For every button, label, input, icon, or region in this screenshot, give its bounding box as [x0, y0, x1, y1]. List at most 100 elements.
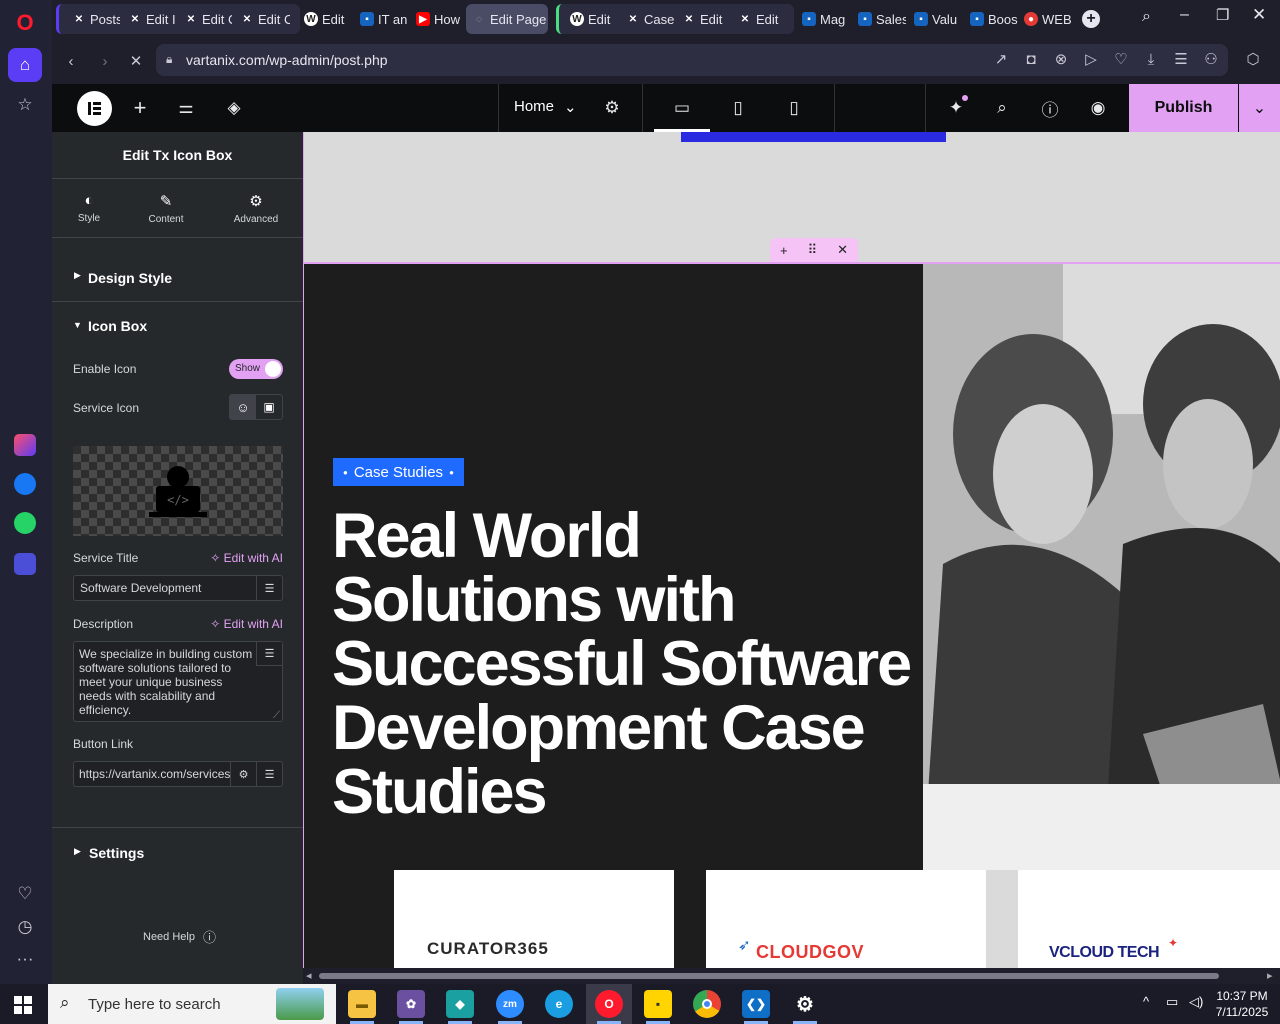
app-icon[interactable]: ◆	[446, 990, 474, 1018]
image-icon[interactable]: ▣	[256, 395, 282, 419]
icon-preview[interactable]: </>	[73, 446, 283, 536]
sticky-notes-icon[interactable]: ▪	[644, 990, 672, 1018]
opera-icon[interactable]: O	[595, 990, 623, 1018]
tab-edit-3[interactable]: ✕ Edit C	[234, 4, 290, 34]
clock[interactable]: 10:37 PM 7/11/2025	[1212, 988, 1272, 1020]
page-settings-icon[interactable]: ⚙	[600, 96, 624, 120]
vscode-icon[interactable]: ❮❯	[742, 990, 770, 1018]
adblock-icon[interactable]: ⊗	[1050, 48, 1072, 70]
file-explorer-icon[interactable]: ▬	[348, 990, 376, 1018]
send-icon[interactable]: ▷	[1080, 48, 1102, 70]
horizontal-scrollbar[interactable]: ◂ ▸	[303, 968, 1280, 984]
zoom-icon[interactable]: zm	[496, 990, 524, 1018]
whatsapp-icon[interactable]	[8, 506, 42, 540]
easy-setup-icon[interactable]: ☰	[1170, 48, 1192, 70]
add-element-icon[interactable]: +	[128, 95, 152, 120]
enable-icon-toggle[interactable]: Show	[229, 359, 283, 379]
tab-edit-4[interactable]: W Edit	[298, 4, 352, 34]
tab-case[interactable]: ✕ Case	[620, 4, 674, 34]
tab-edit-2[interactable]: ✕Edit C	[178, 4, 232, 34]
page-selector[interactable]: Home ⌄	[514, 98, 577, 116]
tab-web[interactable]: ● WEB	[1018, 4, 1072, 34]
section-settings[interactable]: ▶ Settings	[52, 840, 303, 870]
restore-icon[interactable]: ❐	[1216, 6, 1229, 24]
tab-boos[interactable]: ▪ Boos	[964, 4, 1018, 34]
add-section-icon[interactable]: +	[780, 243, 788, 258]
scroll-right-icon[interactable]: ▸	[1267, 969, 1273, 982]
structure-layers-icon[interactable]: ◈	[222, 96, 246, 120]
profile-icon[interactable]: ⚇	[1200, 48, 1222, 70]
search-tabs-icon[interactable]: ⌕	[1142, 8, 1151, 26]
opera-logo-icon[interactable]: O	[8, 6, 42, 40]
tab-mag[interactable]: ▪ Mag	[796, 4, 850, 34]
minimize-icon[interactable]: –	[1180, 6, 1189, 24]
settings-icon[interactable]: ⚙	[791, 990, 819, 1018]
section-design-style[interactable]: ▶ Design Style	[52, 258, 303, 302]
description-textarea[interactable]: We specialize in building custom softwar…	[73, 641, 283, 722]
need-help-link[interactable]: Need Help ⓘ	[143, 927, 216, 946]
site-settings-icon[interactable]: ⚌	[174, 96, 198, 120]
edit-with-ai-description-link[interactable]: ✧ Edit with AI	[210, 617, 283, 631]
favorite-icon[interactable]: ♡	[1110, 48, 1132, 70]
icon-library-icon[interactable]: ☺	[230, 395, 256, 419]
close-window-icon[interactable]: ✕	[1252, 5, 1266, 25]
elementor-logo-icon[interactable]	[77, 91, 112, 126]
drag-handle-icon[interactable]: ⠿	[808, 242, 818, 258]
desktop-view-icon[interactable]: ▭	[670, 96, 694, 120]
scrollbar-thumb[interactable]	[319, 973, 1219, 979]
windows-start-icon[interactable]	[14, 996, 32, 1019]
more-icon[interactable]: ···	[8, 942, 42, 976]
tab-advanced[interactable]: ⚙ Advanced	[228, 192, 284, 225]
tab-style[interactable]: ◐ Style	[66, 192, 112, 224]
help-icon[interactable]: ⓘ	[1038, 96, 1062, 120]
resize-handle-icon[interactable]: ⟋	[273, 710, 280, 721]
messenger-icon[interactable]	[8, 467, 42, 501]
delete-section-icon[interactable]: ✕	[837, 242, 848, 258]
section-icon-box[interactable]: ▼ Icon Box	[52, 314, 303, 338]
dynamic-tags-icon[interactable]: ☰	[256, 576, 282, 600]
tab-sales[interactable]: ▪ Sales	[852, 4, 906, 34]
camera-icon[interactable]: ◘	[1020, 48, 1042, 70]
button-link-input[interactable]: https://vartanix.com/services ⚙ ☰	[73, 761, 283, 787]
tab-edit-page[interactable]: ◌ Edit Page	[466, 4, 548, 34]
tab-how[interactable]: ▶ How	[410, 4, 464, 34]
volume-icon[interactable]: ◁)	[1189, 994, 1203, 1010]
new-tab-icon[interactable]: +	[1082, 10, 1100, 28]
network-icon[interactable]: ▭	[1166, 994, 1178, 1010]
link-options-icon[interactable]: ⚙	[230, 762, 256, 786]
tab-edit-5[interactable]: W Edit	[564, 4, 618, 34]
star-icon[interactable]: ☆	[8, 88, 42, 122]
history-icon[interactable]: ◷	[8, 910, 42, 944]
back-icon[interactable]: ‹	[60, 50, 82, 72]
stop-icon[interactable]: ✕	[125, 50, 147, 72]
tab-posts[interactable]: ✕ Posts	[66, 4, 120, 34]
dynamic-tags-icon[interactable]: ☰	[256, 642, 282, 666]
extensions-icon[interactable]: ⬡	[1242, 48, 1264, 70]
heart-icon[interactable]: ♡	[8, 877, 42, 911]
share-icon[interactable]: ↗	[990, 48, 1012, 70]
scroll-left-icon[interactable]: ◂	[306, 969, 312, 982]
search-icon[interactable]: ⌕	[990, 96, 1014, 120]
tab-content[interactable]: ✎ Content	[140, 192, 192, 225]
forward-icon[interactable]: ›	[94, 50, 116, 72]
publish-button[interactable]: Publish	[1129, 84, 1238, 132]
show-hidden-icons-icon[interactable]: ^	[1143, 994, 1149, 1009]
edge-icon[interactable]: e	[545, 990, 573, 1018]
app-icon[interactable]: ✿	[397, 990, 425, 1018]
tab-edit-7[interactable]: ✕ Edit	[732, 4, 786, 34]
dynamic-tags-icon[interactable]: ☰	[256, 762, 282, 786]
mobile-view-icon[interactable]: ▯	[782, 96, 806, 120]
download-icon[interactable]: ⤓	[1140, 48, 1162, 70]
tab-edit-1[interactable]: ✕ Edit I	[122, 4, 176, 34]
edit-with-ai-title-link[interactable]: ✧ Edit with AI	[210, 551, 283, 565]
music-player-icon[interactable]	[8, 547, 42, 581]
tab-valu[interactable]: ▪ Valu	[908, 4, 962, 34]
home-icon[interactable]: ⌂	[8, 48, 42, 82]
chrome-icon[interactable]	[693, 990, 721, 1018]
tab-it[interactable]: ▪ IT an	[354, 4, 408, 34]
service-title-input[interactable]: Software Development ☰	[73, 575, 283, 601]
tab-edit-6[interactable]: ✕ Edit	[676, 4, 730, 34]
tablet-view-icon[interactable]: ▯	[726, 96, 750, 120]
publish-options-chevron-icon[interactable]: ⌄	[1239, 84, 1280, 132]
aria-icon[interactable]	[8, 428, 42, 462]
